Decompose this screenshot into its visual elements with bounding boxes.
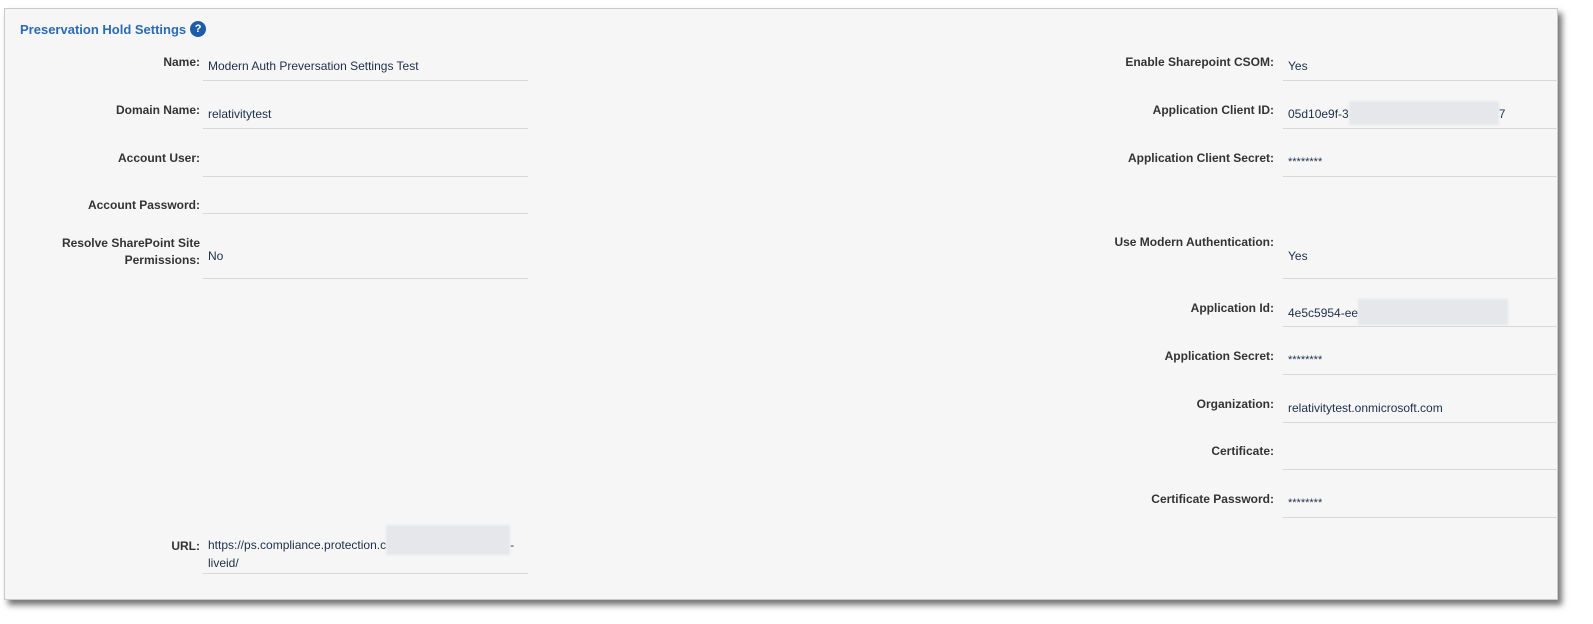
- url-value-line2: liveid/: [208, 556, 239, 570]
- app-client-secret-value: ********: [1283, 153, 1558, 177]
- section-title-text: Preservation Hold Settings: [20, 21, 187, 37]
- organization-value: relativitytest.onmicrosoft.com: [1283, 399, 1558, 423]
- account-password-value: [203, 197, 528, 214]
- app-client-secret-label: Application Client Secret:: [1127, 151, 1274, 165]
- account-user-value: [203, 153, 528, 177]
- redacted-blur: [1358, 299, 1509, 325]
- certificate-password-label: Certificate Password:: [1151, 492, 1274, 506]
- app-secret-value: ********: [1283, 351, 1558, 375]
- use-modern-auth-value: Yes: [1283, 247, 1558, 279]
- resolve-sharepoint-label: Resolve SharePoint Site Permissions:: [10, 235, 200, 269]
- app-secret-label: Application Secret:: [1164, 349, 1274, 363]
- certificate-password-value: ********: [1283, 494, 1558, 518]
- app-id-label: Application Id:: [1190, 301, 1274, 315]
- preservation-hold-settings-panel: Preservation Hold Settings ? Name: Moder…: [4, 8, 1558, 600]
- name-label: Name:: [163, 55, 200, 69]
- url-value: https://ps.compliance.protection.c - live…: [203, 525, 528, 574]
- app-client-id-value: 05d10e9f-3 7: [1283, 101, 1558, 129]
- question-circle-icon[interactable]: ?: [190, 21, 207, 37]
- resolve-sharepoint-value: No: [203, 247, 528, 279]
- url-value-dash: -: [510, 538, 515, 553]
- redacted-blur: [386, 525, 511, 555]
- resolve-sharepoint-label-line2: Permissions:: [124, 253, 200, 267]
- name-value: Modern Auth Preversation Settings Test: [203, 57, 528, 81]
- account-user-label: Account User:: [117, 151, 200, 165]
- domain-name-label: Domain Name:: [115, 103, 200, 117]
- app-id-start: 4e5c5954-ee: [1288, 306, 1359, 321]
- certificate-value: [1283, 446, 1558, 470]
- certificate-label: Certificate:: [1211, 444, 1274, 458]
- url-value-start: https://ps.compliance.protection.c: [208, 538, 387, 553]
- app-client-id-label: Application Client ID:: [1152, 103, 1274, 117]
- app-id-value: 4e5c5954-ee: [1283, 299, 1558, 327]
- app-client-id-end: 7: [1498, 107, 1506, 122]
- enable-csom-value: Yes: [1283, 57, 1558, 81]
- domain-name-value: relativitytest: [203, 105, 528, 129]
- use-modern-auth-label: Use Modern Authentication:: [1114, 235, 1274, 249]
- redacted-blur: [1348, 101, 1499, 125]
- app-client-id-start: 05d10e9f-3: [1288, 107, 1349, 122]
- organization-label: Organization:: [1196, 397, 1274, 411]
- enable-csom-label: Enable Sharepoint CSOM:: [1125, 55, 1274, 69]
- account-password-label: Account Password:: [87, 198, 200, 212]
- section-title: Preservation Hold Settings ?: [20, 21, 207, 37]
- url-label: URL:: [171, 539, 200, 553]
- resolve-sharepoint-label-line1: Resolve SharePoint Site: [61, 236, 200, 250]
